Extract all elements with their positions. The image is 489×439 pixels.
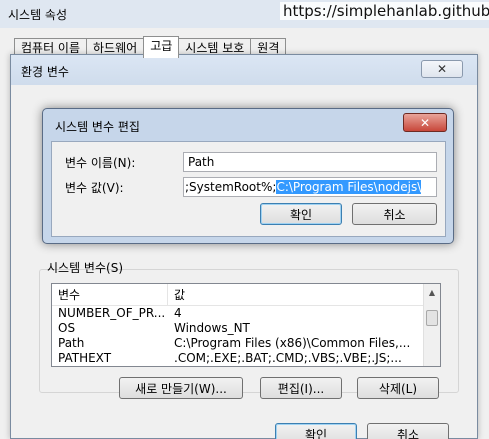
- list-scrollbar[interactable]: ▲: [423, 284, 440, 366]
- scroll-up-arrow-icon[interactable]: ▲: [424, 284, 440, 301]
- close-icon: ✕: [419, 115, 431, 130]
- row-variable-name: Path: [58, 336, 85, 350]
- new-variable-button[interactable]: 새로 만들기(W)...: [119, 377, 243, 399]
- row-variable-value: C:\Program Files (x86)\Common Files,...: [174, 336, 411, 350]
- system-variables-label: 시스템 변수(S): [47, 261, 123, 275]
- row-variable-name: NUMBER_OF_PR...: [58, 306, 166, 320]
- table-row[interactable]: OS Windows_NT: [52, 321, 440, 336]
- env-ok-button[interactable]: 확인: [275, 423, 357, 439]
- column-header-variable[interactable]: 변수: [52, 284, 168, 305]
- edit-cancel-button[interactable]: 취소: [352, 203, 437, 225]
- row-variable-value: 4: [174, 306, 182, 320]
- system-properties-titlebar: 시스템 속성 https://simplehanlab.github.io: [0, 0, 489, 28]
- window-title: 시스템 속성: [8, 8, 68, 22]
- watermark-url: https://simplehanlab.github.io: [280, 2, 489, 20]
- row-variable-name: OS: [58, 321, 76, 335]
- row-variable-value: Windows_NT: [174, 321, 250, 335]
- value-text-unselected: ;SystemRoot%;: [185, 180, 277, 194]
- variable-value-label: 변수 값(V):: [65, 181, 124, 195]
- env-dialog-close-button[interactable]: ✕: [421, 60, 463, 78]
- table-row[interactable]: NUMBER_OF_PR... 4: [52, 306, 440, 321]
- row-variable-value: .COM;.EXE;.BAT;.CMD;.VBS;.VBE;.JS;...: [174, 351, 402, 365]
- variable-name-label: 변수 이름(N):: [65, 156, 136, 170]
- table-row[interactable]: Path C:\Program Files (x86)\Common Files…: [52, 336, 440, 351]
- edit-variable-button[interactable]: 편집(I)...: [260, 377, 342, 399]
- tab-advanced[interactable]: 고급: [143, 36, 180, 58]
- edit-ok-button[interactable]: 확인: [260, 203, 342, 225]
- variable-name-field[interactable]: Path: [183, 152, 437, 172]
- edit-system-variable-dialog: 시스템 변수 편집 ✕ 변수 이름(N): Path 변수 값(V): ;Sys…: [42, 108, 454, 244]
- env-cancel-button[interactable]: 취소: [367, 423, 449, 439]
- table-row[interactable]: PATHEXT .COM;.EXE;.BAT;.CMD;.VBS;.VBE;.J…: [52, 351, 440, 366]
- list-header: 변수 값: [52, 284, 440, 306]
- value-text-selected: C:\Program Files\nodejs\: [276, 180, 422, 194]
- env-dialog-title: 환경 변수: [21, 65, 69, 79]
- system-variables-list[interactable]: 변수 값 NUMBER_OF_PR... 4 OS Windows_NT Pat…: [51, 283, 441, 367]
- env-dialog-titlebar: 환경 변수 ✕: [11, 55, 477, 85]
- variable-value-field[interactable]: ;SystemRoot%;C:\Program Files\nodejs\: [183, 177, 437, 197]
- edit-dialog-title: 시스템 변수 편집: [55, 120, 140, 134]
- delete-variable-button[interactable]: 삭제(L): [357, 377, 439, 399]
- close-icon: ✕: [436, 62, 448, 76]
- edit-dialog-body: 변수 이름(N): Path 변수 값(V): ;SystemRoot%;C:\…: [51, 141, 446, 237]
- column-header-value[interactable]: 값: [168, 284, 440, 305]
- row-variable-name: PATHEXT: [58, 351, 112, 365]
- scroll-thumb[interactable]: [426, 310, 438, 326]
- edit-dialog-close-button[interactable]: ✕: [403, 113, 447, 132]
